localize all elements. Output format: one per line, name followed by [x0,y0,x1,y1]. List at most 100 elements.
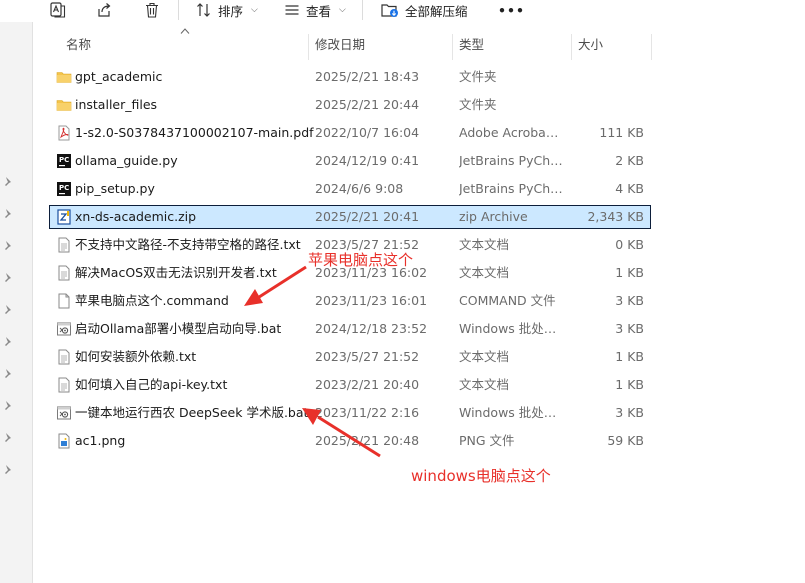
pin-icon [5,273,11,282]
file-type: 文件夹 [459,97,497,112]
sort-button[interactable]: 排序 ⌵ [196,0,258,20]
file-date: 2022/10/7 16:04 [315,125,420,140]
file-name: 不支持中文路径-不支持带空格的路径.txt [75,237,301,252]
pin-icon [5,337,11,346]
file-type: JetBrains PyChar... [459,153,563,168]
svg-text:PC: PC [59,184,69,192]
file-date: 2023/11/23 16:01 [315,293,428,308]
file-size: 111 KB [599,125,644,140]
toolbar-divider [178,0,179,20]
svg-text:PC: PC [59,156,69,164]
column-divider[interactable] [571,34,572,60]
file-type: Windows 批处理... [459,321,563,336]
file-row[interactable]: PC pip_setup.py 2024/6/6 9:08 JetBrains PyC… [50,178,650,200]
view-label: 查看 [306,3,332,19]
file-size: 2 KB [615,153,644,168]
file-name: ac1.png [75,433,126,448]
file-date: 2024/12/19 0:41 [315,153,420,168]
column-date[interactable]: 修改日期 [315,32,365,60]
zip-icon [56,209,72,225]
file-size: 2,343 KB [587,209,644,224]
column-name[interactable]: 名称 [66,32,91,60]
file-size: 59 KB [607,433,644,448]
column-divider[interactable] [308,34,309,60]
file-type: zip Archive [459,209,528,224]
file-name: pip_setup.py [75,181,155,196]
file-name: installer_files [75,97,158,112]
column-divider[interactable] [452,34,453,60]
file-type: PNG 文件 [459,433,515,448]
pane-splitter[interactable] [32,22,33,583]
file-type: 文本文档 [459,265,510,280]
folder-icon [56,69,72,85]
file-name: 1-s2.0-S0378437100002107-main.pdf [75,125,314,140]
file-size: 4 KB [615,181,644,196]
file-date: 2025/2/21 20:41 [315,209,420,224]
file-date: 2023/2/21 20:40 [315,377,420,392]
file-name: ollama_guide.py [75,153,178,168]
navigation-pane[interactable] [0,22,32,583]
pycharm-icon: PC [56,181,72,197]
file-row[interactable]: 启动Ollama部署小模型启动向导.bat 2024/12/18 23:52 Win… [50,318,650,340]
file-date: 2024/12/18 23:52 [315,321,428,336]
file-row[interactable]: 如何安装额外依赖.txt 2023/5/27 21:52 文本文档 1 KB [50,346,650,368]
file-size: 3 KB [615,321,644,336]
file-name: 苹果电脑点这个.command [75,293,229,308]
file-row[interactable]: installer_files 2025/2/21 20:44 文件夹 [50,94,650,116]
sort-label: 排序 [218,3,244,19]
bat-file-icon [56,321,72,337]
delete-button[interactable] [144,0,160,20]
translate-button[interactable] [50,0,66,20]
file-date: 2023/11/22 2:16 [315,405,420,420]
file-row[interactable]: xn-ds-academic.zip 2025/2/21 20:41 zip Arc… [49,205,651,229]
command-bar: 排序 ⌵ 查看 ⌵ 全部解压缩 ••• [0,0,805,22]
file-date: 2025/2/21 18:43 [315,69,420,84]
file-name: 解决MacOS双击无法识别开发者.txt [75,265,277,280]
extract-all-button[interactable]: 全部解压缩 [381,0,468,20]
folder-icon [56,97,72,113]
column-divider[interactable] [651,34,652,60]
pdf-icon [56,125,72,141]
file-type: COMMAND 文件 [459,293,556,308]
file-date: 2025/2/21 20:44 [315,97,420,112]
text-file-icon [56,265,72,281]
pin-icon [5,177,11,186]
more-options-button[interactable]: ••• [498,0,525,20]
file-row[interactable]: PC ollama_guide.py 2024/12/19 0:41 JetBrain… [50,150,650,172]
file-size: 3 KB [615,405,644,420]
file-size: 0 KB [615,237,644,252]
file-name: 如何填入自己的api-key.txt [75,377,228,392]
extract-all-label: 全部解压缩 [405,3,468,19]
file-name: xn-ds-academic.zip [75,209,197,224]
extract-folder-icon [381,4,398,17]
pycharm-icon: PC [56,153,72,169]
file-row[interactable]: 一键本地运行西农 DeepSeek 学术版.bat 2023/11/22 2:16… [50,402,650,424]
file-row[interactable]: 如何填入自己的api-key.txt 2023/2/21 20:40 文本文档 1 K… [50,374,650,396]
file-name: 一键本地运行西农 DeepSeek 学术版.bat [75,405,309,420]
file-row[interactable]: ac1.png 2025/2/21 20:48 PNG 文件 59 KB [50,430,650,452]
bat-file-icon [56,405,72,421]
view-button[interactable]: 查看 ⌵ [284,0,346,20]
file-size: 1 KB [615,265,644,280]
file-size: 3 KB [615,293,644,308]
file-date: 2025/2/21 20:48 [315,433,420,448]
file-row[interactable]: 苹果电脑点这个.command 2023/11/23 16:01 COMMAND 文… [50,290,650,312]
file-type: 文本文档 [459,377,510,392]
pin-icon [5,433,11,442]
translate-icon [50,2,66,18]
sort-icon [197,3,210,17]
file-row[interactable]: gpt_academic 2025/2/21 18:43 文件夹 [50,66,650,88]
file-date: 2024/6/6 9:08 [315,181,404,196]
file-size: 1 KB [615,349,644,364]
chevron-down-icon: ⌵ [339,5,346,15]
file-row[interactable]: 1-s2.0-S0378437100002107-main.pdf 2022/10… [50,122,650,144]
trash-icon [146,2,158,18]
file-type: Windows 批处理... [459,405,563,420]
share-button[interactable] [96,0,112,20]
column-size[interactable]: 大小 [578,32,603,60]
column-header: 名称 修改日期 类型 大小 [33,28,805,60]
pin-icon [5,241,11,250]
file-type: JetBrains PyChar... [459,181,563,196]
column-type[interactable]: 类型 [459,32,484,60]
file-type: 文本文档 [459,237,510,252]
